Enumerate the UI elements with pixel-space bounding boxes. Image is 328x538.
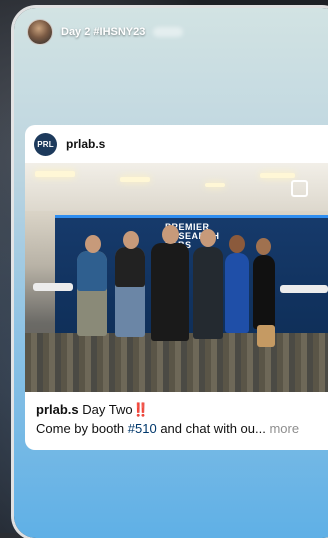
caption-line-2: Come by booth #510 and chat with ou... m…: [36, 419, 318, 438]
story-timestamp-redacted: [153, 27, 184, 37]
person: [253, 255, 275, 329]
caption-hashtag[interactable]: #510: [128, 421, 157, 436]
person-head: [256, 238, 271, 255]
carpet: [25, 333, 328, 392]
caption-text-suffix: and chat with ou...: [156, 421, 266, 436]
story-avatar[interactable]: [27, 19, 53, 45]
caption-text-prefix: Come by booth: [36, 421, 128, 436]
post-photo[interactable]: PREMIER RESEARCH LABS: [25, 163, 328, 392]
shared-post[interactable]: PRL prlab.s PREMIER RESEARCH LABS: [25, 125, 328, 450]
person-head: [123, 231, 139, 249]
display-table: [33, 283, 73, 291]
person: [77, 251, 107, 291]
person-head: [229, 235, 245, 253]
story-title: Day 2 #IHSNY23: [61, 26, 146, 38]
ceiling-light: [120, 177, 150, 182]
post-avatar-text: PRL: [37, 139, 54, 149]
person-head: [200, 229, 216, 247]
caption-username[interactable]: prlab.s: [36, 402, 79, 417]
double-exclamation-icon: ‼️: [132, 402, 149, 417]
post-caption[interactable]: prlab.s Day Two‼️ Come by booth #510 and…: [25, 392, 328, 438]
ceiling-light: [205, 183, 225, 187]
person-boots: [257, 325, 275, 347]
ceiling-light: [35, 171, 75, 177]
caption-headline: Day Two: [82, 402, 133, 417]
person: [151, 243, 189, 341]
person: [225, 253, 249, 333]
story-card[interactable]: Day 2 #IHSNY23 PRL prlab.s PREMIER RESEA…: [14, 8, 328, 538]
post-username[interactable]: prlab.s: [66, 137, 105, 151]
post-header: PRL prlab.s: [25, 125, 328, 163]
camera-icon: [291, 180, 308, 197]
caption-line-1: prlab.s Day Two‼️: [36, 400, 318, 419]
ceiling-light: [260, 173, 295, 178]
person: [193, 247, 223, 339]
person-head: [162, 225, 179, 244]
display-table: [280, 285, 328, 293]
caption-more-link[interactable]: more: [269, 421, 299, 436]
person-head: [85, 235, 101, 253]
post-avatar[interactable]: PRL: [34, 132, 57, 156]
story-header: Day 2 #IHSNY23: [27, 17, 184, 47]
person: [115, 247, 145, 287]
